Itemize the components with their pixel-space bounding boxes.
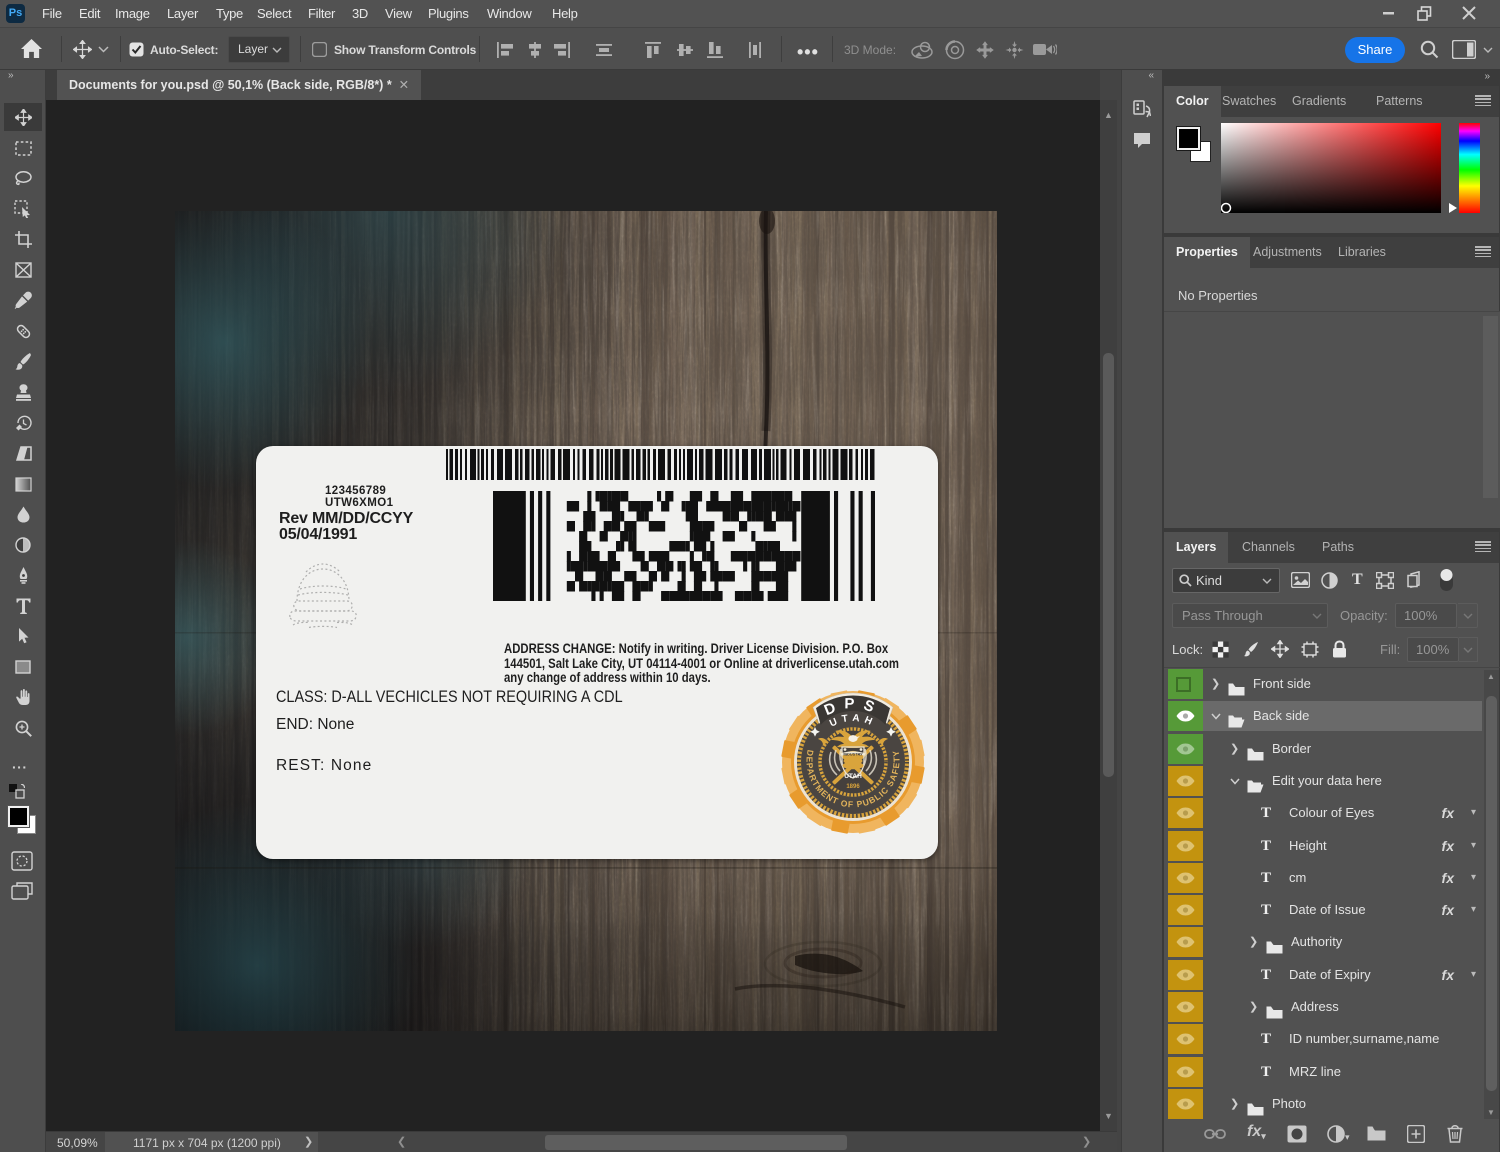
svg-text:1896: 1896 <box>846 784 860 790</box>
svg-text:UTAH: UTAH <box>844 773 862 780</box>
svg-text:INDUSTRY: INDUSTRY <box>843 752 863 756</box>
